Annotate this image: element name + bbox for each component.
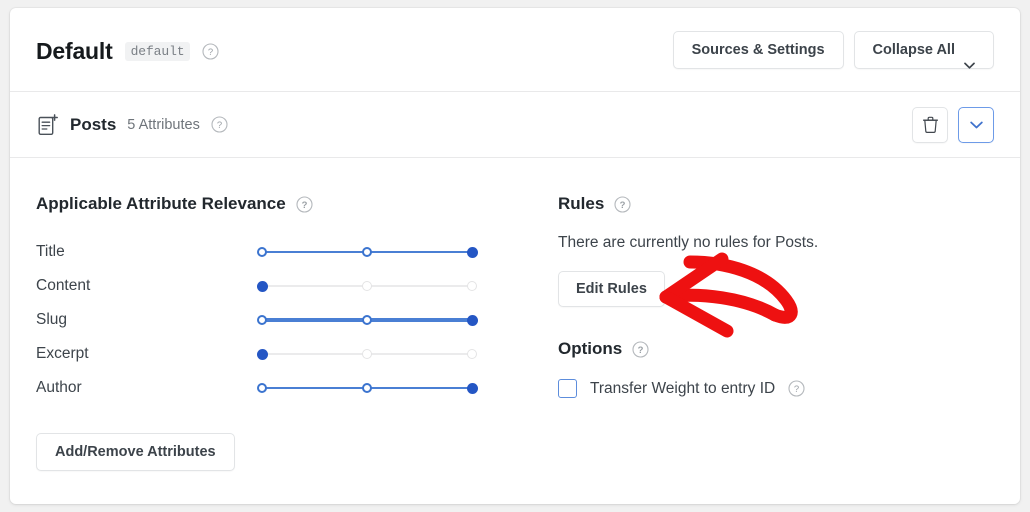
slider-stop-1[interactable] — [362, 315, 372, 325]
attribute-row-slug: Slug — [36, 303, 536, 337]
question-circle-icon[interactable]: ? — [296, 195, 313, 213]
slider-stop-0[interactable] — [257, 315, 267, 325]
screenshot-root: Default default ? Sources & Settings Col… — [0, 0, 1030, 512]
engine-slug-badge: default — [124, 42, 191, 61]
edit-rules-wrap: Edit Rules — [558, 271, 978, 307]
relevance-slider-title[interactable] — [257, 245, 478, 259]
slider-stop-1[interactable] — [362, 349, 372, 359]
page-title: Default — [36, 38, 113, 64]
attribute-label: Slug — [36, 311, 68, 328]
transfer-weight-option-row: Transfer Weight to entry ID ? — [558, 379, 978, 398]
attribute-label: Title — [36, 243, 65, 260]
rules-empty-text: There are currently no rules for Posts. — [558, 234, 819, 251]
slider-stop-2[interactable] — [467, 281, 477, 291]
question-circle-icon[interactable]: ? — [211, 116, 228, 133]
collapse-all-label: Collapse All — [872, 42, 955, 58]
slider-thumb[interactable] — [466, 246, 478, 258]
question-circle-icon[interactable]: ? — [614, 195, 631, 213]
attribute-slider-list: Title Content Slug Excerpt Author — [36, 235, 536, 405]
attribute-count: 5 Attributes — [127, 116, 200, 133]
slider-stop-1[interactable] — [362, 281, 372, 291]
title-group: Default default ? — [36, 38, 220, 65]
attribute-relevance-title: Applicable Attribute Relevance — [36, 194, 286, 213]
chevron-down-icon — [964, 47, 975, 69]
trash-icon[interactable] — [912, 106, 948, 143]
section-actions — [912, 106, 994, 143]
card-header: Default default ? Sources & Settings Col… — [10, 8, 1020, 92]
attribute-relevance-panel: Applicable Attribute Relevance ? Title C… — [36, 194, 536, 471]
svg-text:?: ? — [208, 47, 213, 58]
attribute-row-title: Title — [36, 235, 536, 269]
relevance-slider-excerpt[interactable] — [256, 347, 477, 361]
attribute-row-content: Content — [36, 269, 536, 303]
question-circle-icon[interactable]: ? — [202, 43, 220, 60]
relevance-slider-author[interactable] — [257, 381, 478, 395]
attribute-row-excerpt: Excerpt — [36, 337, 536, 371]
collapse-all-button[interactable]: Collapse All — [853, 31, 994, 69]
svg-text:?: ? — [620, 200, 626, 211]
settings-card: Default default ? Sources & Settings Col… — [10, 8, 1020, 504]
sources-settings-button[interactable]: Sources & Settings — [672, 31, 844, 69]
slider-thumb[interactable] — [256, 280, 268, 292]
slider-stop-1[interactable] — [362, 383, 372, 393]
slider-stop-1[interactable] — [362, 247, 372, 257]
attribute-label: Content — [36, 277, 91, 294]
rules-options-panel: Rules ? There are currently no rules for… — [558, 194, 978, 398]
question-circle-icon[interactable]: ? — [632, 340, 649, 358]
transfer-weight-label: Transfer Weight to entry ID — [590, 379, 776, 397]
add-remove-attributes-wrap: Add/Remove Attributes — [36, 433, 536, 471]
slider-stop-2[interactable] — [467, 349, 477, 359]
transfer-weight-checkbox[interactable] — [558, 379, 577, 398]
slider-thumb[interactable] — [466, 314, 478, 326]
question-circle-icon[interactable]: ? — [788, 380, 805, 397]
header-actions: Sources & Settings Collapse All — [672, 31, 994, 69]
slider-thumb[interactable] — [256, 348, 268, 360]
relevance-slider-content[interactable] — [256, 279, 477, 293]
section-body: Applicable Attribute Relevance ? Title C… — [10, 158, 1020, 503]
section-identity: Posts 5 Attributes ? — [38, 113, 228, 136]
post-type-name: Posts — [70, 114, 117, 134]
edit-rules-button[interactable]: Edit Rules — [558, 271, 665, 307]
options-title: Options — [558, 339, 623, 358]
attribute-row-author: Author — [36, 371, 536, 405]
relevance-slider-slug[interactable] — [257, 313, 478, 327]
rules-heading: Rules ? — [558, 194, 978, 214]
slider-thumb[interactable] — [466, 382, 478, 394]
svg-text:?: ? — [217, 120, 222, 131]
document-plus-icon — [38, 113, 59, 136]
post-type-section-bar: Posts 5 Attributes ? — [10, 92, 1020, 158]
options-heading: Options ? — [558, 339, 978, 359]
slider-stop-0[interactable] — [257, 383, 267, 393]
svg-text:?: ? — [794, 384, 799, 395]
svg-text:?: ? — [301, 200, 307, 211]
rules-title: Rules — [558, 194, 605, 213]
slider-stop-0[interactable] — [257, 247, 267, 257]
attribute-relevance-heading: Applicable Attribute Relevance ? — [36, 194, 536, 214]
add-remove-attributes-button[interactable]: Add/Remove Attributes — [36, 433, 235, 471]
expand-section-chevron-down-icon[interactable] — [958, 106, 994, 143]
attribute-label: Excerpt — [36, 345, 89, 362]
attribute-label: Author — [36, 379, 82, 396]
svg-text:?: ? — [638, 345, 644, 356]
